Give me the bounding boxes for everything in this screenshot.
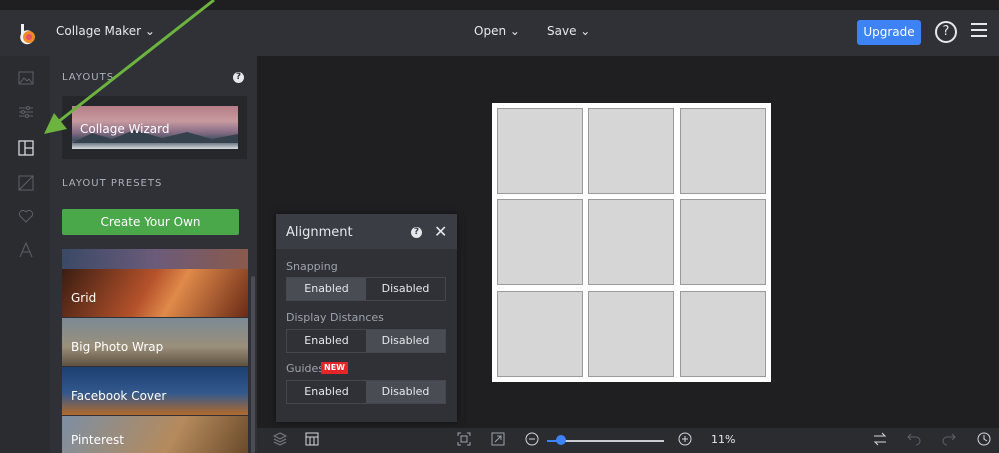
panel-scrollbar[interactable] [251,276,255,453]
open-menu-button[interactable]: Open ⌄ [474,24,520,38]
hamburger-menu-icon[interactable] [971,23,987,37]
guides-toggle: Enabled Disabled [286,380,446,404]
display-distances-toggle: Enabled Disabled [286,329,446,353]
snapping-disabled-button[interactable]: Disabled [366,278,445,300]
zoom-in-icon[interactable] [678,432,692,446]
guides-label: Guides [286,362,325,375]
upgrade-button[interactable]: Upgrade [857,20,921,45]
preset-facebook-cover-label: Facebook Cover [71,389,167,403]
collage-cell[interactable] [497,291,583,377]
redo-icon[interactable] [942,432,956,446]
preset-grid[interactable]: Grid [62,269,248,317]
close-icon[interactable]: ✕ [434,222,447,241]
preset-facebook-cover[interactable]: Facebook Cover [62,367,248,415]
zoom-level: 11% [711,433,736,446]
collage-cell[interactable] [497,108,583,194]
alignment-title: Alignment [286,225,353,240]
collage-wizard-card[interactable]: Collage Wizard [62,96,247,159]
frame-icon[interactable] [18,175,34,191]
alignment-header[interactable]: Alignment ? ✕ [276,214,457,249]
actual-size-icon[interactable] [491,432,505,446]
bottom-toolbar: 11% [257,428,999,453]
snapping-toggle: Enabled Disabled [286,277,446,301]
zoom-slider-handle[interactable] [556,435,566,445]
guides-disabled-button[interactable]: Disabled [366,381,445,403]
undo-icon[interactable] [907,432,921,446]
preset-pinterest-label: Pinterest [71,433,125,447]
history-icon[interactable] [977,432,991,446]
layouts-panel: LAYOUTS ? Collage Wizard LAYOUT PRESETS … [50,56,257,453]
save-menu-button[interactable]: Save ⌄ [547,24,590,38]
preset-big-photo-wrap[interactable]: Big Photo Wrap [62,318,248,366]
preset-big-photo-wrap-label: Big Photo Wrap [71,340,164,354]
preset-pinterest[interactable]: Pinterest [62,416,248,453]
top-bar: Collage Maker ⌄ Open ⌄ Save ⌄ Upgrade ? [0,10,999,56]
guides-enabled-button[interactable]: Enabled [287,381,366,403]
collage-cell[interactable] [497,199,583,285]
help-icon[interactable]: ? [935,21,957,43]
preset-grid-label: Grid [71,291,97,305]
layout-presets-heading: LAYOUT PRESETS [62,178,163,189]
layout-icon[interactable] [18,140,34,156]
app-mode-dropdown[interactable]: Collage Maker ⌄ [56,24,155,38]
collage-cell[interactable] [588,108,674,194]
collage-cell[interactable] [680,108,766,194]
alignment-help-icon[interactable]: ? [411,227,422,238]
collage-wizard-label: Collage Wizard [80,122,170,136]
collage-cell[interactable] [680,199,766,285]
tool-rail [0,56,50,453]
text-icon[interactable] [18,242,34,258]
distances-disabled-button[interactable]: Disabled [366,330,445,352]
grid-view-icon[interactable] [305,432,319,446]
layouts-heading: LAYOUTS [62,72,115,83]
preset-thumbnail[interactable] [62,249,248,269]
app-logo-icon[interactable] [16,22,40,46]
zoom-out-icon[interactable] [525,432,539,446]
distances-enabled-button[interactable]: Enabled [287,330,366,352]
fit-to-screen-icon[interactable] [457,432,471,446]
collage-cell[interactable] [680,291,766,377]
snapping-label: Snapping [286,260,338,273]
collage-cell[interactable] [588,291,674,377]
display-distances-label: Display Distances [286,311,384,324]
alignment-dialog: Alignment ? ✕ Snapping Enabled Disabled … [276,214,457,422]
layouts-help-icon[interactable]: ? [233,72,244,83]
zoom-slider-track[interactable] [559,440,664,442]
collage-canvas[interactable] [492,103,771,382]
layers-icon[interactable] [273,432,287,446]
sliders-icon[interactable] [18,104,34,120]
heart-icon[interactable] [18,208,34,224]
image-icon[interactable] [18,70,34,86]
snapping-enabled-button[interactable]: Enabled [287,278,366,300]
collage-cell[interactable] [588,199,674,285]
create-your-own-button[interactable]: Create Your Own [62,209,239,235]
swap-icon[interactable] [873,432,887,446]
new-badge: NEW [321,362,348,374]
